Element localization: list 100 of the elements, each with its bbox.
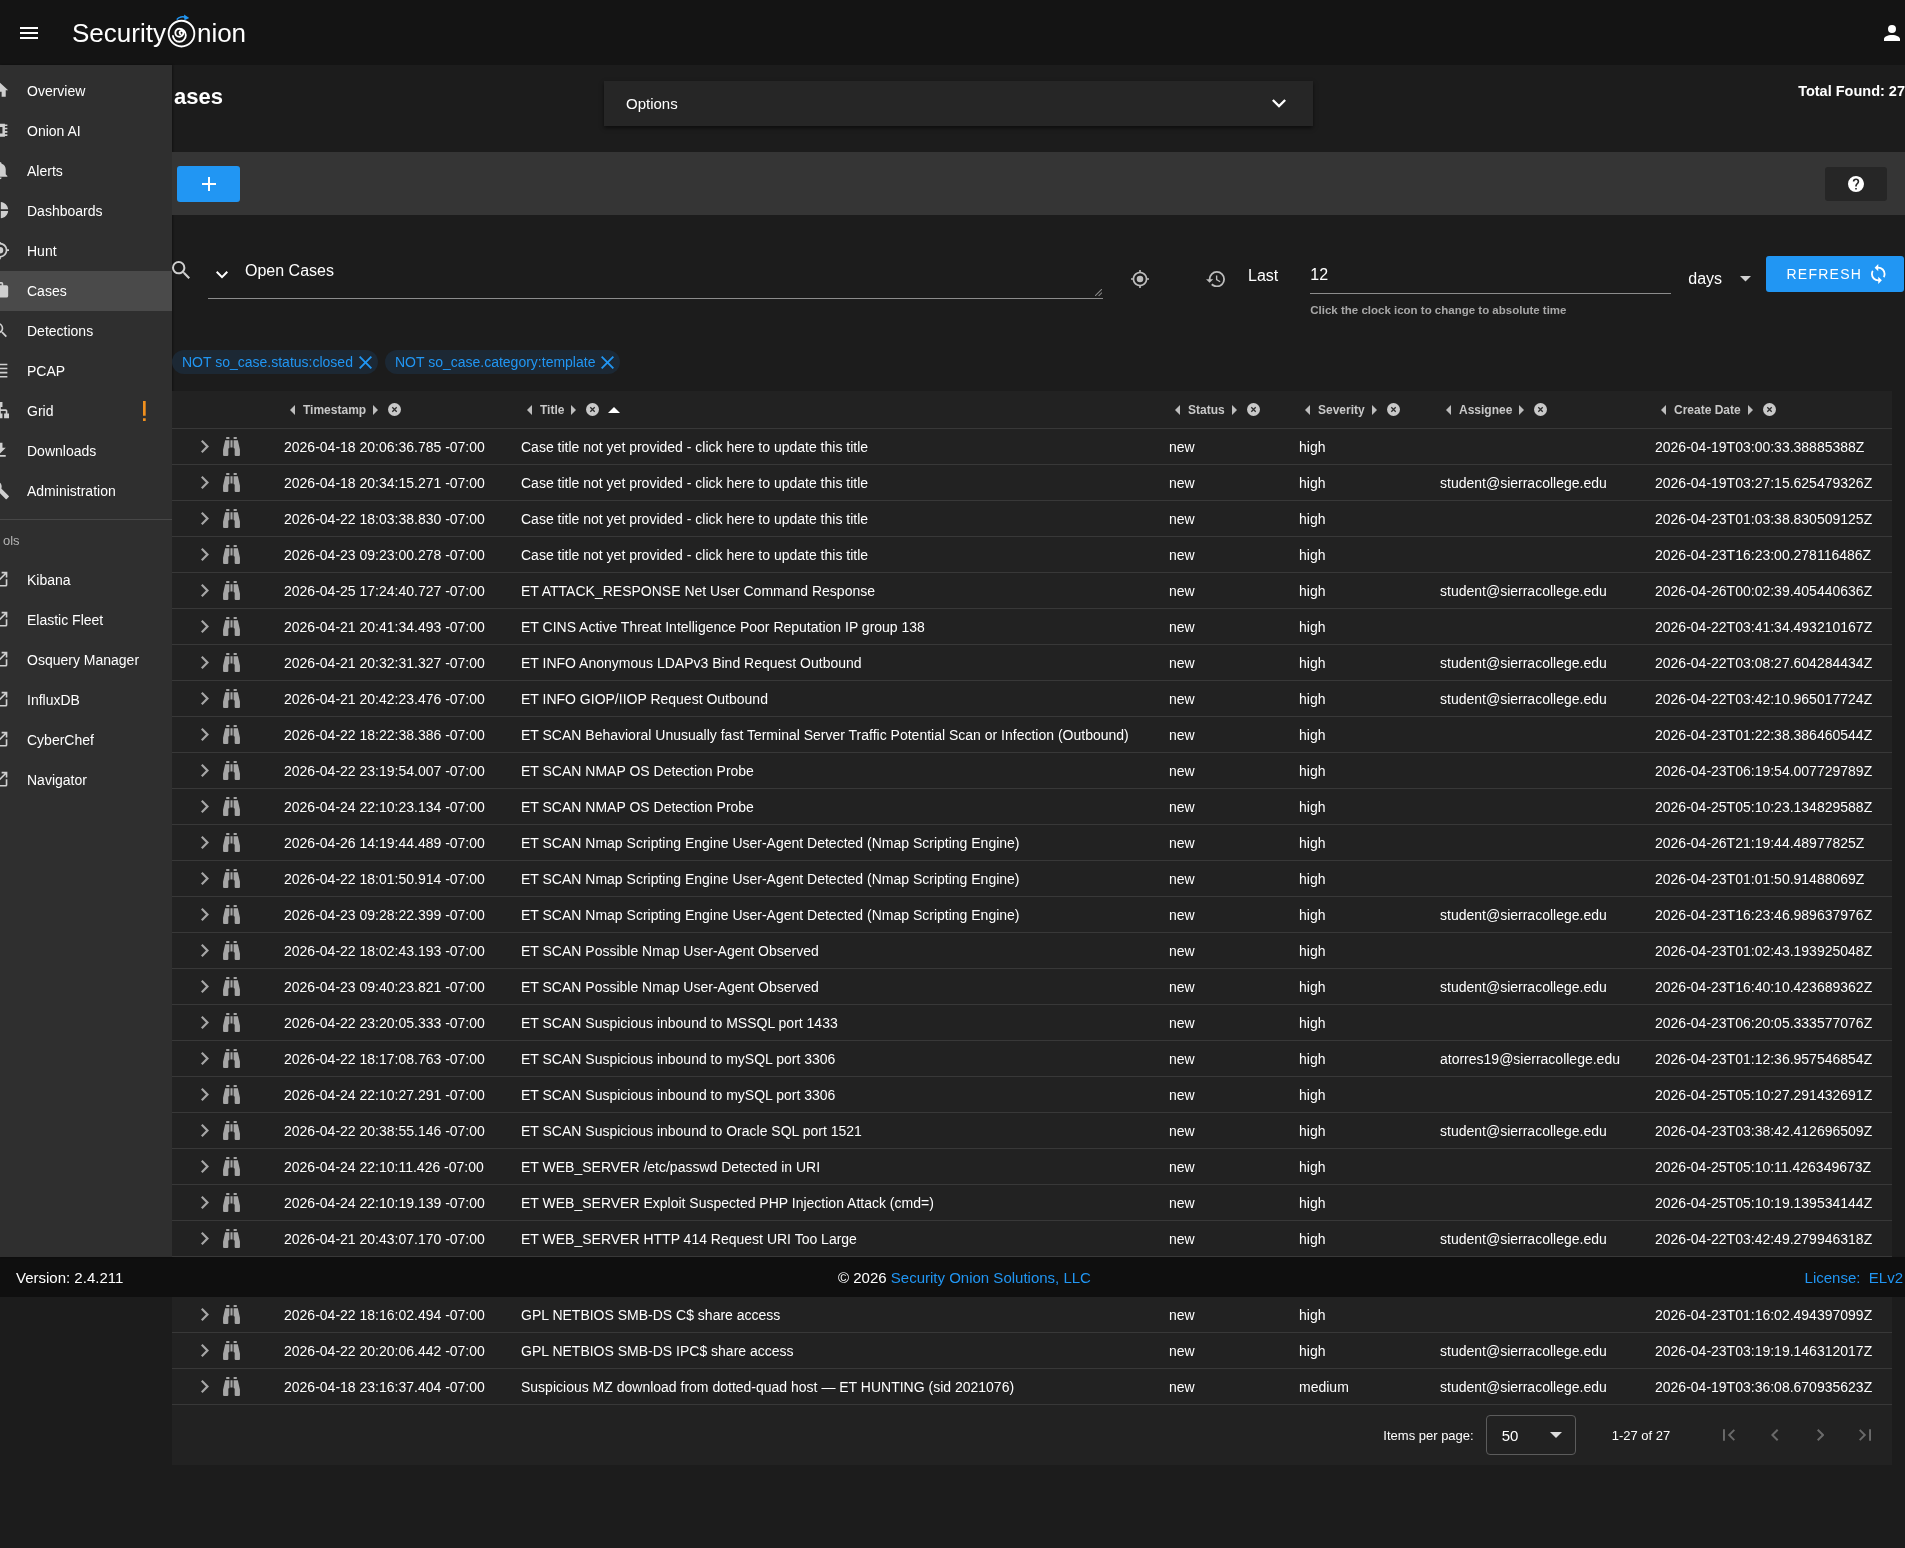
nav-item[interactable]: Onion AI xyxy=(0,111,172,151)
crosshair-icon[interactable] xyxy=(1131,270,1149,288)
expand-chevron-icon[interactable] xyxy=(201,908,209,921)
expand-chevron-icon[interactable] xyxy=(201,1160,209,1173)
expand-chevron-icon[interactable] xyxy=(201,980,209,993)
expand-chevron-icon[interactable] xyxy=(201,548,209,561)
close-icon[interactable] xyxy=(358,355,372,369)
expand-chevron-icon[interactable] xyxy=(201,440,209,453)
binoculars-icon[interactable] xyxy=(223,725,240,744)
close-circle-icon[interactable] xyxy=(1534,403,1548,416)
menu-icon[interactable] xyxy=(20,26,38,39)
binoculars-icon[interactable] xyxy=(223,473,240,492)
options-panel[interactable]: Options xyxy=(604,81,1313,126)
expand-chevron-icon[interactable] xyxy=(201,476,209,489)
binoculars-icon[interactable] xyxy=(223,761,240,780)
close-circle-icon[interactable] xyxy=(586,403,600,416)
help-button[interactable] xyxy=(1825,166,1887,201)
close-icon[interactable] xyxy=(601,355,615,369)
nav-item[interactable]: Downloads xyxy=(0,431,172,471)
expand-chevron-icon[interactable] xyxy=(201,1016,209,1029)
binoculars-icon[interactable] xyxy=(223,653,240,672)
nav-item[interactable]: Grid xyxy=(0,391,172,431)
binoculars-icon[interactable] xyxy=(223,617,240,636)
nav-item[interactable]: Cases xyxy=(0,271,172,311)
nav-link[interactable]: Osquery Manager xyxy=(0,640,172,680)
binoculars-icon[interactable] xyxy=(223,437,240,456)
nav-item[interactable]: Alerts xyxy=(0,151,172,191)
expand-chevron-icon[interactable] xyxy=(201,656,209,669)
nav-link[interactable]: Kibana xyxy=(0,560,172,600)
caret-right-icon[interactable] xyxy=(1519,404,1525,415)
close-circle-icon[interactable] xyxy=(388,403,402,416)
column-header[interactable]: Status xyxy=(1188,402,1225,417)
caret-left-icon[interactable] xyxy=(1446,404,1451,415)
expand-chevron-icon[interactable] xyxy=(201,512,209,525)
expand-chevron-icon[interactable] xyxy=(201,692,209,705)
column-header[interactable]: Severity xyxy=(1318,402,1365,417)
nav-item[interactable]: Overview xyxy=(0,71,172,111)
expand-chevron-icon[interactable] xyxy=(201,836,209,849)
nav-item[interactable]: Detections xyxy=(0,311,172,351)
expand-chevron-icon[interactable] xyxy=(201,764,209,777)
binoculars-icon[interactable] xyxy=(223,1121,240,1140)
binoculars-icon[interactable] xyxy=(223,1193,240,1212)
nav-link[interactable]: Navigator xyxy=(0,760,172,800)
nav-item[interactable]: Dashboards xyxy=(0,191,172,231)
caret-left-icon[interactable] xyxy=(527,404,532,415)
unit-select[interactable]: days xyxy=(1688,269,1752,289)
binoculars-icon[interactable] xyxy=(223,581,240,600)
expand-chevron-icon[interactable] xyxy=(201,944,209,957)
expand-chevron-icon[interactable] xyxy=(201,1344,209,1357)
binoculars-icon[interactable] xyxy=(223,1085,240,1104)
caret-right-icon[interactable] xyxy=(1231,404,1237,415)
filter-chip[interactable]: NOT so_case.status:closed xyxy=(172,350,378,374)
column-header[interactable]: Timestamp xyxy=(303,402,367,417)
caret-left-icon[interactable] xyxy=(1305,404,1310,415)
chevron-down-icon[interactable] xyxy=(216,271,228,279)
close-circle-icon[interactable] xyxy=(1246,403,1260,416)
binoculars-icon[interactable] xyxy=(223,833,240,852)
caret-right-icon[interactable] xyxy=(1747,404,1753,415)
binoculars-icon[interactable] xyxy=(223,977,240,996)
expand-chevron-icon[interactable] xyxy=(201,1052,209,1065)
binoculars-icon[interactable] xyxy=(223,797,240,816)
binoculars-icon[interactable] xyxy=(223,905,240,924)
nav-link[interactable]: InfluxDB xyxy=(0,680,172,720)
per-page-select[interactable]: 50 xyxy=(1485,1415,1576,1455)
nav-link[interactable]: Elastic Fleet xyxy=(0,600,172,640)
account-icon[interactable] xyxy=(1884,24,1900,41)
expand-chevron-icon[interactable] xyxy=(201,872,209,885)
license-link[interactable]: License: ELv2 xyxy=(1804,1268,1903,1286)
expand-chevron-icon[interactable] xyxy=(201,1308,209,1321)
filter-chip[interactable]: NOT so_case.category:template xyxy=(384,350,621,374)
caret-right-icon[interactable] xyxy=(571,404,577,415)
history-icon[interactable] xyxy=(1206,271,1225,288)
add-button[interactable] xyxy=(177,165,240,202)
expand-chevron-icon[interactable] xyxy=(201,1232,209,1245)
binoculars-icon[interactable] xyxy=(223,1229,240,1248)
binoculars-icon[interactable] xyxy=(223,1341,240,1360)
column-header[interactable]: Create Date xyxy=(1674,402,1741,417)
expand-chevron-icon[interactable] xyxy=(201,1196,209,1209)
company-link[interactable]: Security Onion Solutions, LLC xyxy=(890,1268,1091,1286)
query-field[interactable]: Open Cases xyxy=(208,255,1103,299)
expand-chevron-icon[interactable] xyxy=(201,728,209,741)
binoculars-icon[interactable] xyxy=(223,545,240,564)
expand-chevron-icon[interactable] xyxy=(201,584,209,597)
expand-chevron-icon[interactable] xyxy=(201,1380,209,1393)
binoculars-icon[interactable] xyxy=(223,509,240,528)
expand-chevron-icon[interactable] xyxy=(201,620,209,633)
nav-item[interactable]: Administration xyxy=(0,471,172,511)
expand-chevron-icon[interactable] xyxy=(201,1088,209,1101)
caret-left-icon[interactable] xyxy=(1175,404,1180,415)
binoculars-icon[interactable] xyxy=(223,1049,240,1068)
expand-chevron-icon[interactable] xyxy=(201,800,209,813)
resize-grip-icon[interactable] xyxy=(1095,289,1102,296)
caret-left-icon[interactable] xyxy=(290,404,295,415)
binoculars-icon[interactable] xyxy=(223,1013,240,1032)
caret-right-icon[interactable] xyxy=(1371,404,1377,415)
caret-right-icon[interactable] xyxy=(373,404,379,415)
close-circle-icon[interactable] xyxy=(1386,403,1400,416)
nav-item[interactable]: Hunt xyxy=(0,231,172,271)
column-header[interactable]: Assignee xyxy=(1459,402,1513,417)
caret-left-icon[interactable] xyxy=(1661,404,1666,415)
